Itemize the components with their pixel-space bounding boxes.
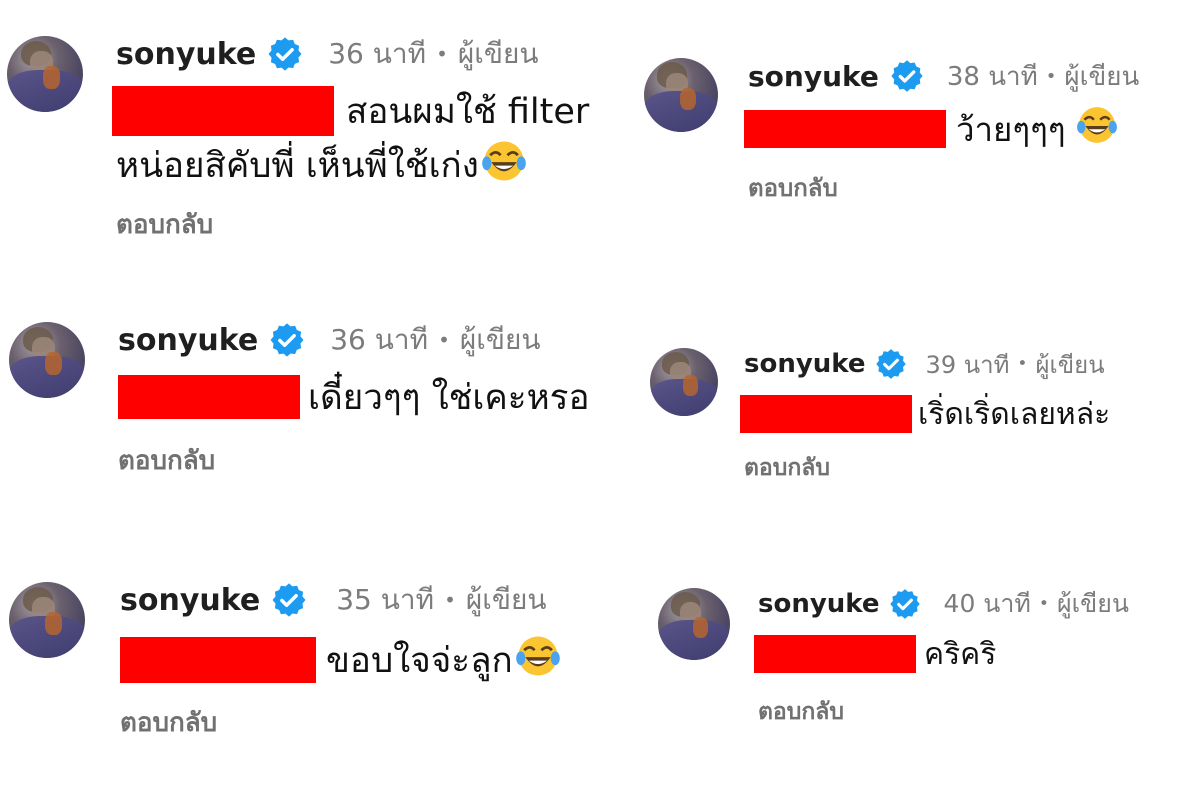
- avatar[interactable]: [650, 348, 718, 416]
- timestamp: 39 นาที: [925, 350, 1010, 379]
- comment-text-line: หน่อยสิคับพี่ เห็นพี่ใช้เก่ง: [116, 140, 527, 190]
- avatar[interactable]: [9, 322, 85, 398]
- reply-button[interactable]: ตอบกลับ: [120, 702, 217, 743]
- comment-card: sonyuke 38 นาที • ผู้เขียน ว้ายๆๆๆ ตอบกล…: [620, 0, 1200, 270]
- comment-text-line: เดี๋ยวๆๆ ใช่เคะหรอ: [118, 374, 590, 420]
- redacted-mention: [744, 110, 946, 148]
- timestamp: 36 นาที: [330, 323, 429, 356]
- comment-text-line: ว้ายๆๆๆ: [744, 107, 1118, 150]
- face-with-tears-of-joy-icon: [1076, 104, 1118, 154]
- comment-text: เริ่ดเริ่ดเลยหล่ะ: [918, 396, 1111, 432]
- verified-badge-icon: [889, 58, 925, 94]
- username[interactable]: sonyuke: [748, 60, 879, 93]
- username[interactable]: sonyuke: [116, 37, 256, 72]
- verified-badge-icon: [888, 587, 922, 621]
- comment-text-line: ขอบใจจ่ะลูก: [120, 635, 561, 684]
- reply-button[interactable]: ตอบกลับ: [744, 450, 830, 486]
- verified-badge-icon: [874, 347, 908, 381]
- comment-text: หน่อยสิคับพี่ เห็นพี่ใช้เก่ง: [116, 145, 479, 186]
- avatar[interactable]: [9, 582, 85, 658]
- comment-card: sonyuke 35 นาที • ผู้เขียน ขอบใจจ่ะลูก ต…: [0, 550, 620, 800]
- face-with-tears-of-joy-icon: [515, 633, 561, 688]
- separator-dot: •: [1045, 65, 1057, 87]
- comment-text-line: เริ่ดเริ่ดเลยหล่ะ: [740, 394, 1110, 434]
- verified-badge-icon: [268, 321, 306, 359]
- redacted-mention: [740, 395, 912, 433]
- author-label: ผู้เขียน: [1056, 589, 1129, 618]
- redacted-mention: [120, 637, 316, 683]
- comment-text-line: คริคริ: [754, 634, 996, 674]
- author-label: ผู้เขียน: [1035, 350, 1105, 379]
- verified-badge-icon: [270, 581, 308, 619]
- reply-button[interactable]: ตอบกลับ: [748, 168, 838, 207]
- separator-dot: •: [444, 588, 456, 612]
- face-with-tears-of-joy-icon: [481, 138, 527, 193]
- comment-text: เดี๋ยวๆๆ ใช่เคะหรอ: [308, 377, 590, 418]
- username[interactable]: sonyuke: [118, 323, 258, 358]
- avatar[interactable]: [7, 36, 83, 112]
- avatar[interactable]: [658, 588, 730, 660]
- separator-dot: •: [436, 42, 448, 66]
- username[interactable]: sonyuke: [120, 583, 260, 618]
- comment-card: sonyuke 40 นาที • ผู้เขียน คริคริ ตอบกลั…: [620, 550, 1200, 800]
- comment-text: คริคริ: [924, 636, 997, 672]
- timestamp: 35 นาที: [336, 583, 435, 616]
- author-label: ผู้เขียน: [1064, 61, 1140, 92]
- separator-dot: •: [1038, 594, 1049, 614]
- verified-badge-icon: [266, 35, 304, 73]
- comment-card: sonyuke 36 นาที • ผู้เขียน เดี๋ยวๆๆ ใช่เ…: [0, 290, 620, 520]
- separator-dot: •: [1017, 354, 1028, 374]
- comment-text-line: สอนผมใช้ filter: [112, 86, 589, 136]
- comment-text: ขอบใจจ่ะลูก: [326, 640, 513, 681]
- avatar[interactable]: [644, 58, 718, 132]
- timestamp: 36 นาที: [328, 37, 427, 70]
- reply-button[interactable]: ตอบกลับ: [758, 694, 844, 730]
- reply-button[interactable]: ตอบกลับ: [116, 204, 213, 245]
- separator-dot: •: [438, 328, 450, 352]
- author-label: ผู้เขียน: [465, 583, 547, 616]
- author-label: ผู้เขียน: [459, 323, 541, 356]
- redacted-mention: [112, 86, 334, 136]
- comment-card: sonyuke 39 นาที • ผู้เขียน เริ่ดเริ่ดเลย…: [620, 290, 1200, 520]
- reply-button[interactable]: ตอบกลับ: [118, 440, 215, 481]
- redacted-mention: [118, 375, 300, 419]
- author-label: ผู้เขียน: [457, 37, 539, 70]
- timestamp: 40 นาที: [943, 589, 1031, 618]
- username[interactable]: sonyuke: [758, 589, 880, 619]
- username[interactable]: sonyuke: [744, 349, 866, 379]
- redacted-mention: [754, 635, 916, 673]
- timestamp: 38 นาที: [946, 61, 1038, 92]
- comments-collage: sonyuke 36 นาที • ผู้เขียน สอนผมใช้ filt…: [0, 0, 1200, 800]
- comment-text: สอนผมใช้ filter: [346, 91, 590, 132]
- comment-text: ว้ายๆๆๆ: [956, 109, 1066, 149]
- comment-card: sonyuke 36 นาที • ผู้เขียน สอนผมใช้ filt…: [0, 0, 620, 270]
